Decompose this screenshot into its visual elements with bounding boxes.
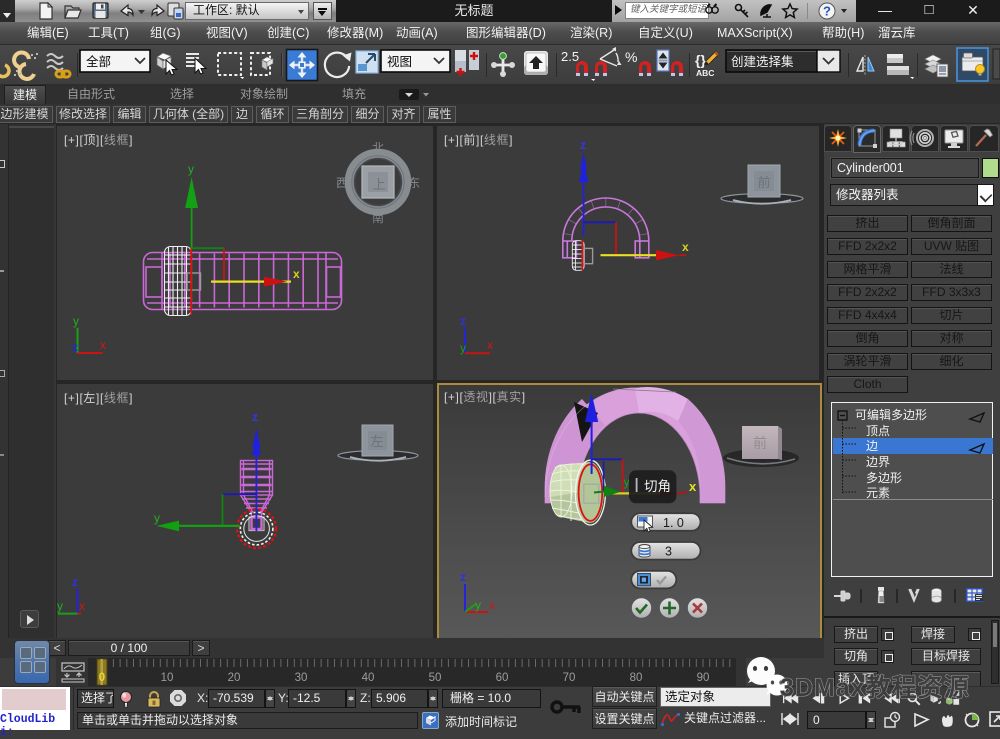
svg-text:80: 80 [630, 672, 643, 684]
svg-text:30: 30 [295, 672, 308, 684]
svg-text:y: y [624, 475, 630, 489]
svg-text:y: y [460, 341, 466, 355]
svg-text:50: 50 [429, 672, 442, 684]
svg-text:?: ? [823, 4, 831, 19]
svg-text:x: x [689, 479, 697, 494]
svg-text:x: x [489, 598, 495, 612]
svg-text:x: x [293, 267, 300, 281]
svg-text:{}: {} [695, 52, 706, 68]
svg-text:视图: 视图 [387, 54, 412, 69]
svg-text:y: y [73, 314, 79, 328]
svg-text:3DMax教程资源: 3DMax教程资源 [780, 674, 970, 702]
svg-text:切角: 切角 [644, 479, 671, 494]
svg-text:y: y [188, 162, 194, 176]
svg-text:x: x [487, 338, 493, 352]
svg-text:z: z [460, 570, 466, 584]
svg-text:左: 左 [370, 434, 383, 449]
svg-text:y: y [154, 511, 160, 525]
svg-text:10: 10 [161, 672, 174, 684]
svg-text:上: 上 [372, 177, 385, 192]
svg-text:前: 前 [757, 175, 770, 190]
svg-text:z: z [460, 314, 466, 328]
svg-text:x: x [682, 240, 689, 254]
svg-text:创建选择集: 创建选择集 [731, 54, 794, 69]
svg-text:y: y [57, 599, 63, 613]
svg-text:z: z [580, 138, 586, 152]
svg-text:20: 20 [228, 672, 241, 684]
svg-text:1. 0: 1. 0 [663, 516, 684, 530]
svg-text:70: 70 [563, 672, 576, 684]
svg-text:3: 3 [665, 545, 672, 559]
svg-text:y: y [475, 598, 481, 612]
svg-text:全部: 全部 [86, 54, 111, 69]
svg-text:z: z [252, 410, 258, 424]
svg-text:z: z [72, 575, 78, 589]
svg-text:60: 60 [496, 672, 509, 684]
svg-text:%: % [625, 49, 637, 65]
svg-text:2.5: 2.5 [561, 49, 579, 64]
svg-text:ABC: ABC [696, 68, 714, 78]
svg-text:90: 90 [697, 672, 710, 684]
svg-text:x: x [100, 338, 106, 352]
svg-text:0: 0 [99, 672, 105, 684]
svg-text:z: z [72, 340, 78, 354]
svg-text:前: 前 [753, 435, 767, 451]
svg-text:x: x [79, 599, 85, 613]
svg-text:40: 40 [362, 672, 375, 684]
